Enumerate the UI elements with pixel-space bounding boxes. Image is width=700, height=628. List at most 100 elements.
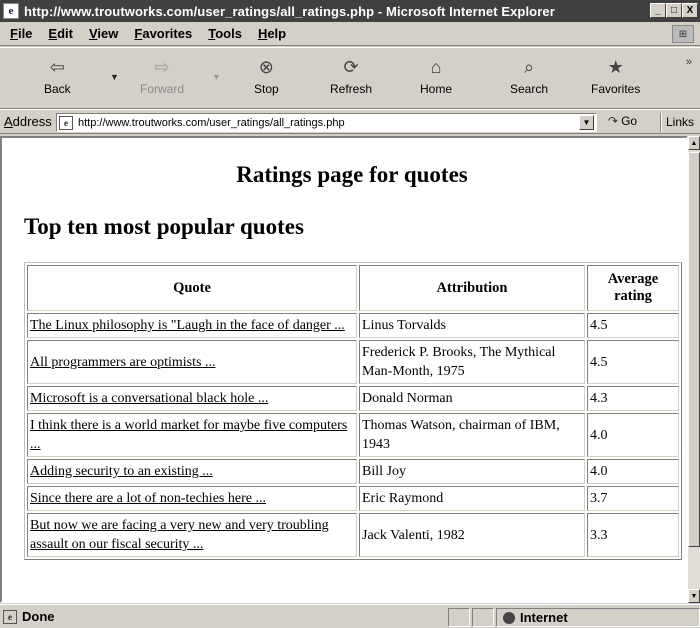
rating-cell: 3.7 bbox=[587, 486, 679, 511]
table-row: Microsoft is a conversational black hole… bbox=[27, 386, 679, 411]
rating-cell: 4.3 bbox=[587, 386, 679, 411]
page-content: Ratings page for quotes Top ten most pop… bbox=[0, 136, 688, 603]
page-status-icon: e bbox=[3, 609, 17, 624]
table-header-row: Quote Attribution Average rating bbox=[27, 265, 679, 311]
quote-cell: But now we are facing a very new and ver… bbox=[27, 513, 357, 557]
maximize-button[interactable]: □ bbox=[666, 3, 682, 18]
quote-link[interactable]: All programmers are optimists ... bbox=[30, 355, 215, 370]
column-header-attribution: Attribution bbox=[359, 265, 585, 311]
quote-cell: Since there are a lot of non-techies her… bbox=[27, 486, 357, 511]
status-panel bbox=[448, 608, 470, 627]
quote-cell: All programmers are optimists ... bbox=[27, 340, 357, 384]
status-text: Done bbox=[22, 609, 55, 624]
table-row: All programmers are optimists ... Freder… bbox=[27, 340, 679, 384]
favorites-icon: ★ bbox=[607, 56, 624, 77]
quote-link[interactable]: Adding security to an existing ... bbox=[30, 464, 213, 479]
quote-link[interactable]: The Linux philosophy is "Laugh in the fa… bbox=[30, 318, 345, 333]
vertical-scrollbar[interactable]: ▲ ▼ bbox=[688, 136, 700, 603]
search-icon: ⌕ bbox=[523, 56, 535, 77]
forward-button[interactable]: ⇨ Forward bbox=[140, 54, 185, 97]
home-button[interactable]: ⌂ Home bbox=[420, 54, 453, 97]
title-bar: e http://www.troutworks.com/user_ratings… bbox=[0, 0, 700, 22]
minimize-button[interactable]: _ bbox=[650, 3, 666, 18]
zone-label: Internet bbox=[520, 610, 568, 625]
toolbar-overflow-icon[interactable]: » bbox=[686, 56, 692, 68]
back-dropdown-icon[interactable]: ▼ bbox=[110, 72, 119, 82]
stop-icon: ⊗ bbox=[258, 56, 274, 77]
close-button[interactable]: X bbox=[682, 3, 698, 18]
refresh-button[interactable]: ⟳ Refresh bbox=[330, 54, 373, 97]
quote-cell: I think there is a world market for mayb… bbox=[27, 413, 357, 457]
back-button[interactable]: ⇦ Back bbox=[44, 54, 71, 97]
menu-file[interactable]: File bbox=[10, 26, 32, 41]
toolbar: ⇦ Back ▼ ⇨ Forward ▼ ⊗ Stop ⟳ Refresh ⌂ … bbox=[0, 47, 700, 109]
ie-logo-icon: e bbox=[3, 3, 19, 19]
favorites-label: Favorites bbox=[591, 82, 641, 96]
forward-dropdown-icon[interactable]: ▼ bbox=[212, 72, 221, 82]
table-row: Since there are a lot of non-techies her… bbox=[27, 486, 679, 511]
menu-favorites[interactable]: Favorites bbox=[134, 26, 192, 41]
quote-link[interactable]: But now we are facing a very new and ver… bbox=[30, 518, 329, 552]
rating-cell: 4.0 bbox=[587, 413, 679, 457]
quote-link[interactable]: I think there is a world market for mayb… bbox=[30, 418, 347, 452]
scroll-up-icon[interactable]: ▲ bbox=[688, 136, 700, 150]
ratings-table: Quote Attribution Average rating The Lin… bbox=[24, 262, 682, 560]
search-button[interactable]: ⌕ Search bbox=[510, 54, 549, 97]
column-header-rating: Average rating bbox=[587, 265, 679, 311]
go-button[interactable]: ↷ Go bbox=[608, 114, 637, 128]
quote-link[interactable]: Since there are a lot of non-techies her… bbox=[30, 491, 266, 506]
go-arrow-icon: ↷ bbox=[608, 114, 619, 128]
status-panel bbox=[472, 608, 494, 627]
menu-help[interactable]: Help bbox=[258, 26, 286, 41]
menu-view[interactable]: View bbox=[89, 26, 118, 41]
address-label: Address bbox=[4, 114, 52, 129]
back-label: Back bbox=[44, 82, 71, 96]
address-dropdown-icon[interactable]: ▼ bbox=[579, 115, 594, 130]
search-label: Search bbox=[510, 82, 549, 96]
scroll-thumb[interactable] bbox=[688, 152, 700, 547]
windows-logo-icon: ⊞ bbox=[672, 25, 694, 43]
table-row: But now we are facing a very new and ver… bbox=[27, 513, 679, 557]
attribution-cell: Thomas Watson, chairman of IBM, 1943 bbox=[359, 413, 585, 457]
menu-tools[interactable]: Tools bbox=[208, 26, 242, 41]
attribution-cell: Linus Torvalds bbox=[359, 313, 585, 338]
refresh-icon: ⟳ bbox=[343, 56, 359, 77]
links-divider bbox=[660, 113, 662, 132]
window-title: http://www.troutworks.com/user_ratings/a… bbox=[24, 3, 555, 19]
menu-bar: File Edit View Favorites Tools Help ⊞ bbox=[0, 22, 700, 46]
back-arrow-icon: ⇦ bbox=[49, 56, 65, 77]
home-icon: ⌂ bbox=[430, 56, 442, 77]
quote-cell: Adding security to an existing ... bbox=[27, 459, 357, 484]
attribution-cell: Jack Valenti, 1982 bbox=[359, 513, 585, 557]
rating-cell: 4.5 bbox=[587, 313, 679, 338]
section-heading: Top ten most popular quotes bbox=[24, 214, 304, 239]
table-row: The Linux philosophy is "Laugh in the fa… bbox=[27, 313, 679, 338]
stop-button[interactable]: ⊗ Stop bbox=[254, 54, 279, 97]
quote-cell: The Linux philosophy is "Laugh in the fa… bbox=[27, 313, 357, 338]
stop-label: Stop bbox=[254, 82, 279, 96]
status-bar: e Done Internet bbox=[0, 604, 700, 628]
refresh-label: Refresh bbox=[330, 82, 373, 96]
forward-label: Forward bbox=[140, 82, 185, 96]
scroll-down-icon[interactable]: ▼ bbox=[688, 589, 700, 603]
home-label: Home bbox=[420, 82, 453, 96]
go-label: Go bbox=[621, 114, 638, 128]
rating-cell: 4.5 bbox=[587, 340, 679, 384]
address-url[interactable]: http://www.troutworks.com/user_ratings/a… bbox=[78, 117, 345, 129]
quote-link[interactable]: Microsoft is a conversational black hole… bbox=[30, 391, 268, 406]
globe-icon bbox=[503, 611, 515, 624]
attribution-cell: Bill Joy bbox=[359, 459, 585, 484]
table-row: I think there is a world market for mayb… bbox=[27, 413, 679, 457]
page-title: Ratings page for quotes bbox=[236, 162, 468, 187]
security-zone: Internet bbox=[496, 608, 700, 627]
window-controls: _ □ X bbox=[650, 3, 698, 18]
address-bar: Address e http://www.troutworks.com/user… bbox=[0, 109, 700, 134]
address-input[interactable]: e http://www.troutworks.com/user_ratings… bbox=[56, 113, 597, 132]
attribution-cell: Eric Raymond bbox=[359, 486, 585, 511]
page-icon: e bbox=[59, 115, 73, 130]
rating-cell: 4.0 bbox=[587, 459, 679, 484]
menu-edit[interactable]: Edit bbox=[48, 26, 73, 41]
links-button[interactable]: Links bbox=[666, 115, 694, 129]
quote-cell: Microsoft is a conversational black hole… bbox=[27, 386, 357, 411]
favorites-button[interactable]: ★ Favorites bbox=[591, 54, 641, 97]
